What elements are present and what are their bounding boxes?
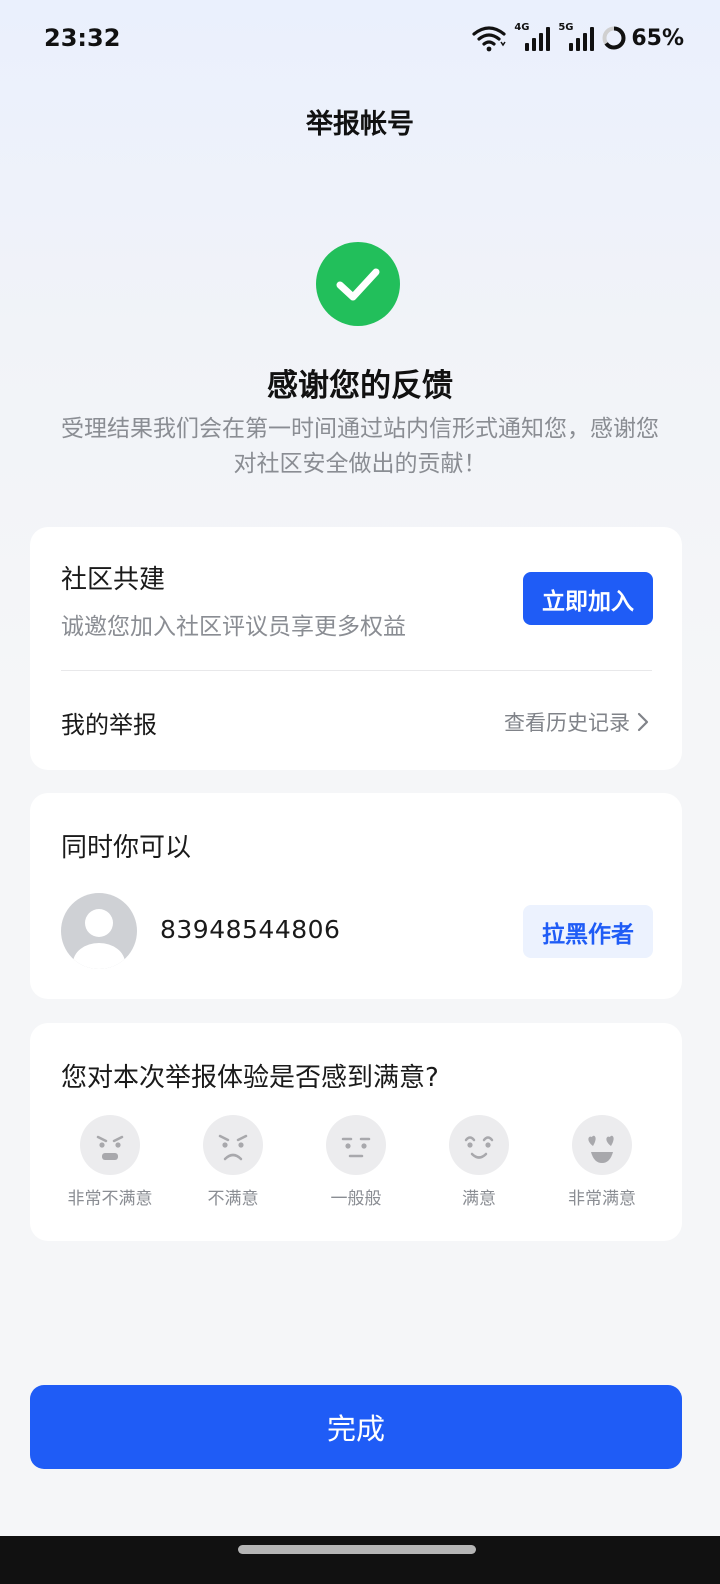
rating-label: 不满意 <box>207 1189 259 1209</box>
also-can-title: 同时你可以 <box>61 833 192 863</box>
rating-label: 非常不满意 <box>67 1189 153 1209</box>
rating-satisfied[interactable]: 满意 <box>424 1115 534 1209</box>
my-report-label: 我的举报 <box>61 711 157 739</box>
success-badge <box>316 242 400 326</box>
community-title: 社区共建 <box>61 565 166 595</box>
home-indicator[interactable] <box>238 1545 476 1554</box>
system-nav-bar <box>0 1536 720 1584</box>
community-card: 社区共建 诚邀您加入社区评议员享更多权益 立即加入 我的举报 查看历史记录 <box>30 527 682 770</box>
battery: 65% <box>602 26 684 51</box>
avatar <box>61 893 137 969</box>
block-author-button[interactable]: 拉黑作者 <box>523 905 653 958</box>
community-subtitle: 诚邀您加入社区评议员享更多权益 <box>61 614 406 640</box>
battery-icon <box>602 26 626 50</box>
status-icons: 4G 5G 65% <box>472 22 684 54</box>
very-satisfied-face-icon <box>588 1135 614 1163</box>
done-button[interactable]: 完成 <box>30 1385 682 1469</box>
status-time: 23:32 <box>44 24 121 52</box>
chevron-right-icon <box>637 712 649 732</box>
rating-label: 满意 <box>462 1189 496 1209</box>
dissatisfied-face-icon <box>218 1134 248 1161</box>
also-can-card: 同时你可以 83948544806 拉黑作者 <box>30 793 682 999</box>
battery-percent: 65% <box>631 25 684 51</box>
view-history-label: 查看历史记录 <box>504 711 630 735</box>
status-bar: 23:32 4G 5G 65% <box>0 0 720 78</box>
view-history-link[interactable]: 查看历史记录 <box>504 707 650 737</box>
divider <box>61 670 652 671</box>
author-id: 83948544806 <box>160 915 341 944</box>
wifi-icon <box>472 26 506 52</box>
rating-dissatisfied[interactable]: 不满意 <box>178 1115 288 1209</box>
satisfaction-card: 您对本次举报体验是否感到满意? 非常不满意 不满意 一般般 满意 非常满意 <box>30 1023 682 1241</box>
result-title: 感谢您的反馈 <box>267 368 453 404</box>
default-avatar-icon <box>73 909 125 969</box>
neutral-face-icon <box>341 1137 371 1158</box>
join-now-button[interactable]: 立即加入 <box>523 572 653 625</box>
rating-options: 非常不满意 不满意 一般般 满意 非常满意 <box>55 1115 657 1209</box>
rating-very-satisfied[interactable]: 非常满意 <box>547 1115 657 1209</box>
satisfaction-question: 您对本次举报体验是否感到满意? <box>61 1063 439 1093</box>
very-dissatisfied-face-icon <box>96 1135 124 1160</box>
rating-label: 一般般 <box>330 1189 382 1209</box>
signal-4g-icon: 4G <box>514 23 551 53</box>
satisfied-face-icon <box>464 1136 494 1159</box>
rating-neutral[interactable]: 一般般 <box>301 1115 411 1209</box>
check-icon <box>336 268 380 301</box>
page-title: 举报帐号 <box>306 109 414 140</box>
rating-very-dissatisfied[interactable]: 非常不满意 <box>55 1115 165 1209</box>
signal-5g-icon: 5G <box>558 23 595 53</box>
rating-label: 非常满意 <box>568 1189 636 1209</box>
result-subtitle: 受理结果我们会在第一时间通过站内信形式通知您，感谢您对社区安全做出的贡献！ <box>61 416 659 477</box>
